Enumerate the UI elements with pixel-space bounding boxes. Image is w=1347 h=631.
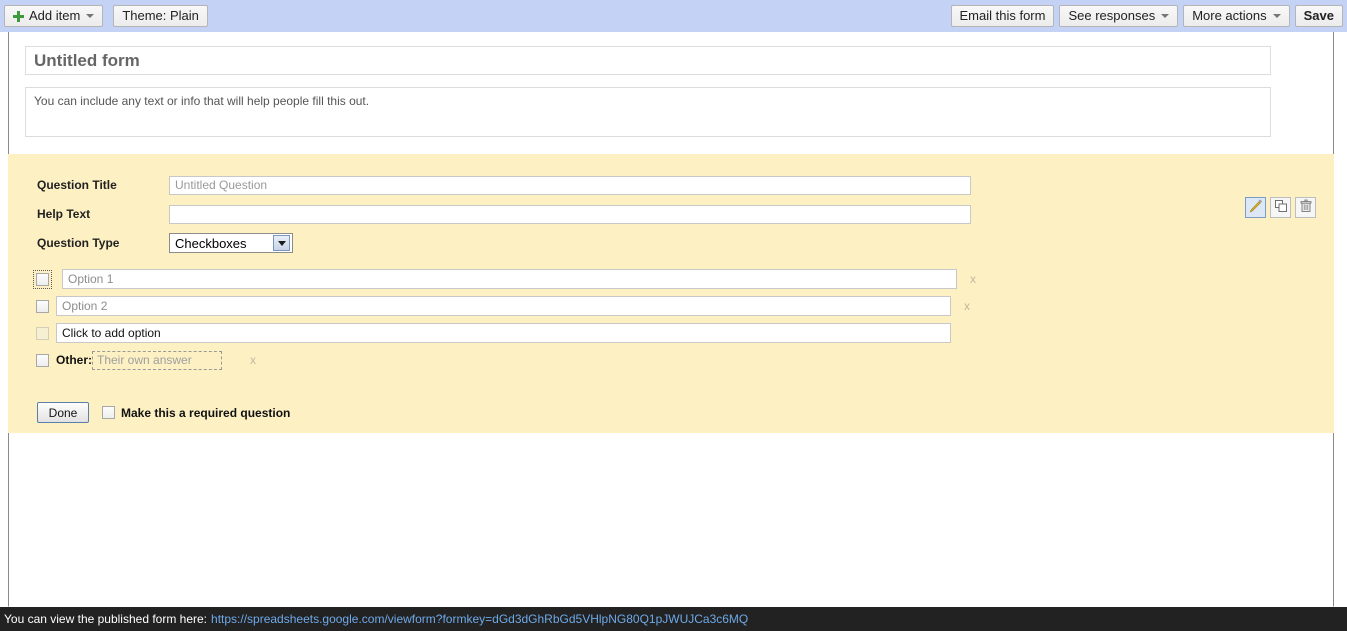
chevron-down-icon <box>273 235 290 251</box>
email-this-form-button[interactable]: Email this form <box>950 5 1055 27</box>
option-row: Option 1 x <box>33 268 1334 290</box>
other-label: Other: <box>56 353 92 367</box>
required-question-checkbox[interactable] <box>102 406 115 419</box>
plus-icon <box>13 10 24 22</box>
other-answer-input: Their own answer <box>92 350 222 370</box>
help-text-label: Help Text <box>37 207 91 221</box>
save-button[interactable]: Save <box>1294 5 1343 27</box>
options-list: Option 1 x Option 2 x Click to add optio… <box>8 262 1334 371</box>
question-editor-block: Question Title Untitled Question Help Te… <box>8 154 1334 433</box>
help-text-row: Help Text <box>37 204 1334 224</box>
question-tool-buttons <box>1245 197 1316 218</box>
other-option-row: Other: Their own answer x <box>36 349 1334 371</box>
delete-question-button[interactable] <box>1295 197 1316 218</box>
option-checkbox[interactable] <box>36 272 49 286</box>
see-responses-button[interactable]: See responses <box>1059 5 1179 27</box>
question-title-row: Question Title Untitled Question <box>37 175 1334 195</box>
done-label: Done <box>48 405 78 420</box>
help-text-input[interactable] <box>169 204 971 224</box>
status-bar: You can view the published form here: ht… <box>0 607 1347 631</box>
pencil-icon <box>1249 199 1263 216</box>
edit-question-button[interactable] <box>1245 197 1266 218</box>
top-toolbar: Add item Theme: Plain Email this form Se… <box>0 0 1347 32</box>
chevron-down-icon <box>1161 14 1170 18</box>
question-field-rows: Question Title Untitled Question Help Te… <box>8 154 1334 253</box>
form-header: Untitled form You can include any text o… <box>9 32 1333 137</box>
published-form-link[interactable]: https://spreadsheets.google.com/viewform… <box>211 612 748 626</box>
email-this-form-label: Email this form <box>959 8 1046 23</box>
option-input[interactable]: Option 1 <box>62 269 957 289</box>
chevron-down-icon <box>86 14 95 18</box>
status-bar-text: You can view the published form here: <box>4 612 208 626</box>
question-title-label: Question Title <box>37 178 117 192</box>
see-responses-label: See responses <box>1068 8 1156 23</box>
remove-option-button[interactable]: x <box>961 299 973 313</box>
question-type-label: Question Type <box>37 236 120 250</box>
more-actions-button[interactable]: More actions <box>1183 5 1290 27</box>
add-option-input[interactable]: Click to add option <box>56 323 951 343</box>
add-option-row: Click to add option <box>36 322 1334 344</box>
form-title-input[interactable]: Untitled form <box>25 46 1271 75</box>
required-question-label: Make this a required question <box>121 405 291 420</box>
done-button[interactable]: Done <box>37 402 89 423</box>
chevron-down-icon <box>1272 14 1281 18</box>
option-input[interactable]: Option 2 <box>56 296 951 316</box>
option-checkbox-focus-ring <box>33 269 52 289</box>
theme-label: Theme: Plain <box>122 8 199 23</box>
theme-button[interactable]: Theme: Plain <box>113 5 208 27</box>
option-checkbox[interactable] <box>36 299 49 313</box>
duplicate-icon <box>1274 199 1288 216</box>
option-row: Option 2 x <box>36 295 1334 317</box>
more-actions-label: More actions <box>1192 8 1267 23</box>
add-item-button[interactable]: Add item <box>4 5 104 27</box>
add-item-label: Add item <box>29 8 81 23</box>
remove-option-button[interactable]: x <box>967 272 979 286</box>
toolbar-right-group: Email this form See responses More actio… <box>950 5 1343 27</box>
question-type-select[interactable]: Checkboxes <box>169 233 293 253</box>
trash-icon <box>1299 199 1313 216</box>
form-editor-pane: Untitled form You can include any text o… <box>8 32 1334 607</box>
form-description-input[interactable]: You can include any text or info that wi… <box>25 87 1271 137</box>
toolbar-left-group: Add item Theme: Plain <box>4 5 208 27</box>
question-type-row: Question Type Checkboxes <box>37 233 1334 253</box>
duplicate-question-button[interactable] <box>1270 197 1291 218</box>
question-title-input[interactable]: Untitled Question <box>169 175 971 195</box>
question-type-value: Checkboxes <box>175 235 247 251</box>
option-checkbox <box>36 326 49 340</box>
question-footer: Done Make this a required question <box>8 371 1334 423</box>
save-label: Save <box>1303 8 1334 23</box>
remove-other-button[interactable]: x <box>250 353 256 367</box>
other-checkbox[interactable] <box>36 353 49 367</box>
